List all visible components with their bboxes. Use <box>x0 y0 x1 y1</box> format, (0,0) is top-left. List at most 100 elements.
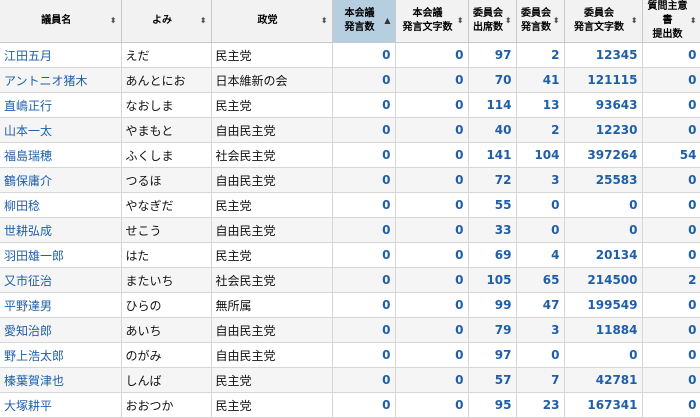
legislator-name-link[interactable]: 鶴保庸介 <box>0 167 122 193</box>
cell-questions: 0 <box>642 92 700 118</box>
column-header-label: 本会議 <box>412 8 443 19</box>
cell-committee-attend: 72 <box>468 167 517 193</box>
legislator-name-link[interactable]: 野上浩太郎 <box>0 342 122 368</box>
cell-yomi: おおつか <box>121 392 212 418</box>
column-header-questions[interactable]: 質問主意書 提出数 ⬍ <box>642 0 700 43</box>
cell-committee-chars: 25583 <box>564 167 643 193</box>
legislator-name-link[interactable]: 江田五月 <box>0 42 122 68</box>
cell-committee-attend: 55 <box>468 192 517 218</box>
cell-questions: 0 <box>642 292 700 318</box>
cell-yomi: あんとにお <box>121 67 212 93</box>
cell-committee-chars: 42781 <box>564 367 643 393</box>
cell-yomi: せこう <box>121 217 212 243</box>
legislator-name-link[interactable]: 柳田稔 <box>0 192 122 218</box>
cell-committee-speeches: 2 <box>516 42 565 68</box>
cell-committee-attend: 79 <box>468 317 517 343</box>
sort-icon: ⬍ <box>199 16 207 25</box>
cell-plenary-speeches: 0 <box>332 192 396 218</box>
column-header-committee-speeches[interactable]: 委員会 発言数 ⬍ <box>516 0 565 43</box>
legislator-name-link[interactable]: 平野達男 <box>0 292 122 318</box>
legislator-name-link[interactable]: 大塚耕平 <box>0 392 122 418</box>
table-row: 平野達男 ひらの 無所属 0 0 99 47 199549 0 <box>0 292 700 318</box>
sort-icon: ⬍ <box>552 16 560 25</box>
cell-party: 民主党 <box>211 92 333 118</box>
legislator-name-link[interactable]: 榛葉賀津也 <box>0 367 122 393</box>
cell-plenary-speeches: 0 <box>332 292 396 318</box>
sort-icon: ⬍ <box>630 16 638 25</box>
table-row: 柳田稔 やなぎだ 民主党 0 0 55 0 0 0 <box>0 192 700 218</box>
header-row: 議員名 ⬍ よみ ⬍ 政党 ⬍ 本会議 発言数 ▲ 本会議 発言文字数 ⬍ 委員会 出席数 ⬍ 委員会 発言数 ⬍… <box>0 0 700 43</box>
cell-plenary-chars: 0 <box>395 142 469 168</box>
cell-committee-speeches: 23 <box>516 392 565 418</box>
cell-plenary-chars: 0 <box>395 117 469 143</box>
cell-questions: 0 <box>642 392 700 418</box>
legislator-name-link[interactable]: 羽田雄一郎 <box>0 242 122 268</box>
table-row: 山本一太 やまもと 自由民主党 0 0 40 2 12230 0 <box>0 117 700 143</box>
cell-plenary-chars: 0 <box>395 292 469 318</box>
column-header-plenary-speeches[interactable]: 本会議 発言数 ▲ <box>332 0 396 43</box>
cell-questions: 0 <box>642 192 700 218</box>
cell-committee-attend: 141 <box>468 142 517 168</box>
cell-committee-speeches: 3 <box>516 317 565 343</box>
cell-party: 民主党 <box>211 392 333 418</box>
table-row: 直嶋正行 なおしま 民主党 0 0 114 13 93643 0 <box>0 92 700 118</box>
cell-plenary-speeches: 0 <box>332 392 396 418</box>
legislator-name-link[interactable]: 世耕弘成 <box>0 217 122 243</box>
cell-committee-speeches: 7 <box>516 367 565 393</box>
cell-plenary-speeches: 0 <box>332 342 396 368</box>
legislator-name-link[interactable]: 愛知治郎 <box>0 317 122 343</box>
cell-plenary-chars: 0 <box>395 317 469 343</box>
cell-party: 民主党 <box>211 42 333 68</box>
cell-plenary-chars: 0 <box>395 367 469 393</box>
cell-committee-chars: 0 <box>564 342 643 368</box>
column-header-yomi[interactable]: よみ ⬍ <box>121 0 212 43</box>
cell-yomi: のがみ <box>121 342 212 368</box>
cell-yomi: なおしま <box>121 92 212 118</box>
cell-committee-speeches: 3 <box>516 167 565 193</box>
cell-committee-chars: 121115 <box>564 67 643 93</box>
cell-committee-speeches: 0 <box>516 217 565 243</box>
table-row: 愛知治郎 あいち 自由民主党 0 0 79 3 11884 0 <box>0 317 700 343</box>
table-row: 大塚耕平 おおつか 民主党 0 0 95 23 167341 0 <box>0 392 700 418</box>
cell-plenary-speeches: 0 <box>332 317 396 343</box>
cell-committee-attend: 97 <box>468 342 517 368</box>
legislator-name-link[interactable]: 山本一太 <box>0 117 122 143</box>
column-header-plenary-chars[interactable]: 本会議 発言文字数 ⬍ <box>395 0 469 43</box>
cell-party: 自由民主党 <box>211 342 333 368</box>
column-header-label: 政党 <box>257 15 278 26</box>
cell-committee-speeches: 47 <box>516 292 565 318</box>
sort-ascending-icon: ▲ <box>384 16 391 25</box>
column-header-label: よみ <box>152 15 172 26</box>
cell-yomi: えだ <box>121 42 212 68</box>
cell-committee-attend: 95 <box>468 392 517 418</box>
legislator-name-link[interactable]: アントニオ猪木 <box>0 67 122 93</box>
cell-yomi: やなぎだ <box>121 192 212 218</box>
cell-party: 社会民主党 <box>211 142 333 168</box>
cell-party: 自由民主党 <box>211 117 333 143</box>
cell-committee-speeches: 2 <box>516 117 565 143</box>
cell-plenary-speeches: 0 <box>332 217 396 243</box>
column-header-committee-attend[interactable]: 委員会 出席数 ⬍ <box>468 0 517 43</box>
column-header-label: 委員会 <box>584 8 614 19</box>
cell-committee-attend: 105 <box>468 267 517 293</box>
table-row: 江田五月 えだ 民主党 0 0 97 2 12345 0 <box>0 42 700 68</box>
column-header-party[interactable]: 政党 ⬍ <box>211 0 333 43</box>
cell-yomi: つるほ <box>121 167 212 193</box>
cell-party: 自由民主党 <box>211 217 333 243</box>
legislator-name-link[interactable]: 直嶋正行 <box>0 92 122 118</box>
sort-icon: ⬍ <box>689 16 697 25</box>
cell-party: 社会民主党 <box>211 267 333 293</box>
cell-committee-chars: 93643 <box>564 92 643 118</box>
cell-plenary-chars: 0 <box>395 192 469 218</box>
legislator-name-link[interactable]: 福島瑞穂 <box>0 142 122 168</box>
legislator-name-link[interactable]: 又市征治 <box>0 267 122 293</box>
table-body: 江田五月 えだ 民主党 0 0 97 2 12345 0 アントニオ猪木 あんとにお 日本維新の会 0 0… <box>0 42 700 418</box>
cell-plenary-chars: 0 <box>395 167 469 193</box>
column-header-name[interactable]: 議員名 ⬍ <box>0 0 122 43</box>
cell-committee-speeches: 13 <box>516 92 565 118</box>
cell-committee-chars: 214500 <box>564 267 643 293</box>
column-header-committee-chars[interactable]: 委員会 発言文字数 ⬍ <box>564 0 643 43</box>
cell-party: 無所属 <box>211 292 333 318</box>
column-header-sublabel: 発言文字数 <box>402 22 453 33</box>
cell-plenary-speeches: 0 <box>332 242 396 268</box>
